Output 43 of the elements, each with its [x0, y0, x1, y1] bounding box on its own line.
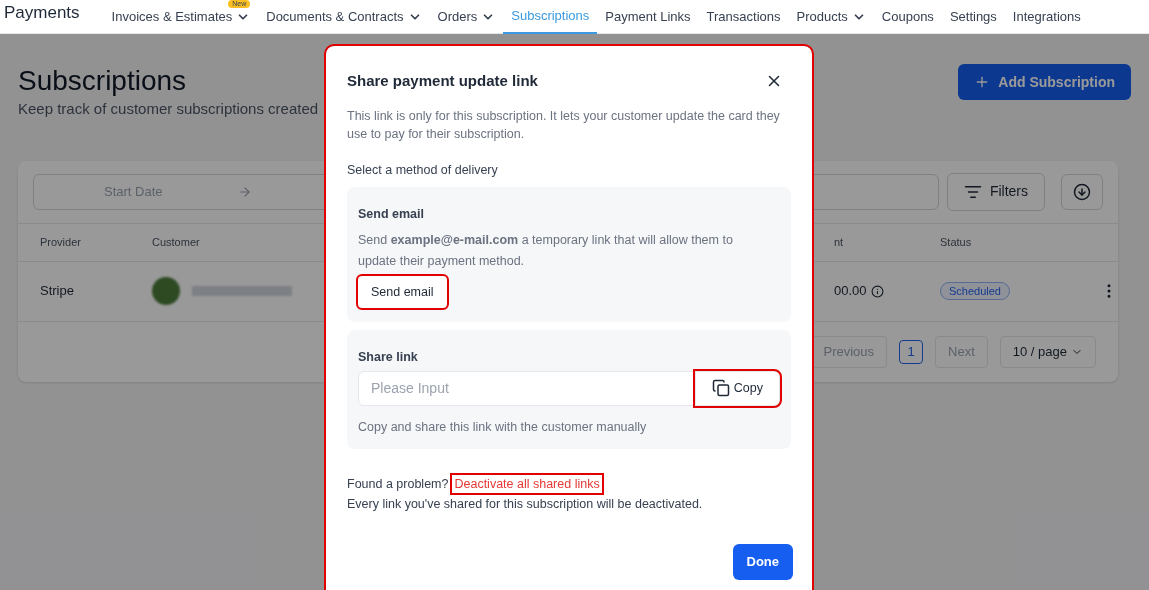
nav-tab[interactable]: Settings — [941, 0, 1005, 34]
send-email-button[interactable]: Send email — [358, 276, 447, 308]
nav-tab[interactable]: Products — [788, 0, 874, 34]
nav-tab[interactable]: Transactions — [698, 0, 789, 34]
page-button[interactable]: 1 — [899, 339, 924, 364]
send-email-text: Send example@e-mail.com a temporary link that will allow them to update their payment method. — [358, 232, 734, 270]
problem-text: Found a problem? — [347, 475, 449, 493]
copy-icon — [711, 379, 730, 398]
add-subscription-button[interactable]: Add Subscription — [958, 64, 1131, 100]
column-header: nt — [834, 234, 844, 250]
amount-cell: 00.00 — [834, 281, 940, 301]
download-button[interactable] — [1061, 173, 1103, 210]
table-cell-text: Stripe — [40, 282, 75, 301]
page-subtitle: Keep track of customer subscriptions created — [18, 99, 319, 119]
copy-button[interactable]: Copy — [694, 370, 780, 406]
column-header: Customer — [152, 234, 200, 250]
download-icon — [1073, 182, 1091, 201]
share-link-hint: Copy and share this link with the customer manually — [358, 418, 648, 436]
start-date-placeholder: Start Date — [104, 182, 163, 201]
dialog-title: Share payment update link — [347, 71, 538, 91]
dialog-description: This link is only for this subscription. It lets your customer update the card they use to pay for their subscription. — [347, 107, 781, 143]
page-title: Subscriptions — [18, 64, 188, 98]
nav-tab[interactable]: Integrations — [1004, 0, 1089, 34]
deactivate-link[interactable]: Deactivate all shared links — [452, 474, 602, 494]
info-icon — [870, 284, 884, 298]
done-button[interactable]: Done — [732, 544, 793, 580]
app-title: Payments — [4, 1, 80, 24]
nav-tab[interactable]: Coupons — [873, 0, 942, 34]
share-link-title: Share link — [358, 349, 419, 366]
filters-button[interactable]: Filters — [946, 172, 1045, 211]
arrow-icon — [237, 184, 252, 199]
link-input[interactable]: Please Input — [358, 370, 695, 406]
method-label: Select a method of delivery — [347, 161, 499, 179]
column-header: Status — [940, 234, 972, 250]
status-badge: Scheduled — [940, 281, 1010, 301]
nav-tab[interactable]: Payment Links — [597, 0, 699, 34]
column-header: Provider — [40, 234, 81, 250]
avatar — [152, 277, 180, 305]
page-size-select[interactable]: 10 / page — [999, 335, 1096, 368]
send-email-title: Send email — [358, 206, 425, 224]
nav-tab[interactable]: Orders — [429, 0, 504, 34]
deactivate-note: Every link you've shared for this subscription will be deactivated. — [347, 496, 704, 514]
nav-tab[interactable]: Documents & Contracts — [258, 0, 430, 34]
